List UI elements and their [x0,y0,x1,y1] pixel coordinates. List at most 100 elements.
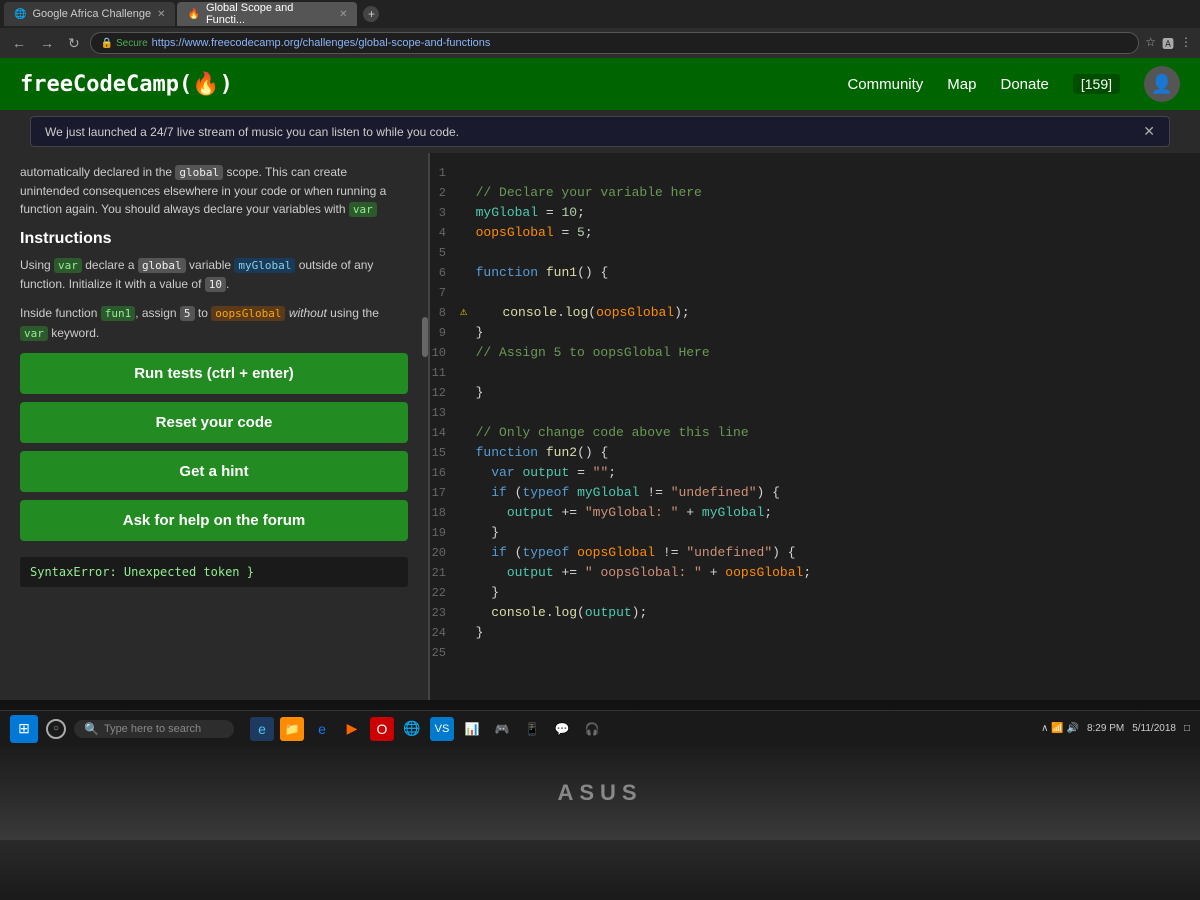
start-button[interactable]: ⊞ [10,715,38,743]
media-icon[interactable]: ▶ [340,717,364,741]
laptop-body: ASUS [0,746,1200,840]
instructions-title: Instructions [20,230,408,248]
notification-text: We just launched a 24/7 live stream of m… [45,125,459,139]
code-line-4: 4 oopsGlobal = 5; [430,223,1200,243]
nav-donate[interactable]: Donate [1000,76,1048,93]
app4-icon[interactable]: 💬 [550,717,574,741]
show-desktop[interactable]: □ [1184,723,1190,734]
nav-community[interactable]: Community [847,76,923,93]
code-line-10: 10 // Assign 5 to oopsGlobal Here [430,343,1200,363]
code-line-22: 22 } [430,583,1200,603]
instructions-text-2: Inside function fun1, assign 5 to oopsGl… [20,304,408,342]
app1-icon[interactable]: 📊 [460,717,484,741]
code-line-6: 6 function fun1() { [430,263,1200,283]
error-output: SyntaxError: Unexpected token } [20,557,408,587]
code-line-18: 18 output += "myGlobal: " + myGlobal; [430,503,1200,523]
fn-fun1: fun1 [101,306,136,321]
code-line-5: 5 [430,243,1200,263]
tab-1[interactable]: 🌐 Google Africa Challenge ✕ [4,2,175,26]
val-10: 10 [205,277,226,292]
code-line-19: 19 } [430,523,1200,543]
search-circle-button[interactable]: ○ [46,719,66,739]
tab-close-1[interactable]: ✕ [157,9,165,20]
browser-actions: ☆ 🅰 ⋮ [1145,35,1192,52]
taskbar: ⊞ ○ 🔍 Type here to search e 📁 e ▶ O 🌐 VS… [0,710,1200,746]
refresh-button[interactable]: ↻ [64,33,84,54]
kw-oopsGlobal: oopsGlobal [211,306,285,321]
laptop-brand: ASUS [557,780,642,806]
code-line-16: 16 var output = ""; [430,463,1200,483]
taskbar-search[interactable]: 🔍 Type here to search [74,720,234,738]
tab-bar: 🌐 Google Africa Challenge ✕ 🔥 Global Sco… [0,0,1200,28]
code-line-20: 20 if (typeof oopsGlobal != "undefined")… [430,543,1200,563]
kw-global: global [138,258,186,273]
code-line-24: 24 } [430,623,1200,643]
date: 5/11/2018 [1132,723,1176,734]
code-line-1: 1 [430,163,1200,183]
reset-button[interactable]: Reset your code [20,402,408,443]
notification-bar: We just launched a 24/7 live stream of m… [30,116,1170,147]
forum-help-button[interactable]: Ask for help on the forum [20,500,408,541]
kw-myGlobal: myGlobal [234,258,295,273]
left-panel: automatically declared in the global sco… [0,153,430,700]
system-tray: ∧ 📶 🔊 [1041,723,1079,734]
code-line-3: 3 myGlobal = 10; [430,203,1200,223]
menu-icon[interactable]: ⋮ [1180,35,1192,52]
app3-icon[interactable]: 📱 [520,717,544,741]
tab-2[interactable]: 🔥 Global Scope and Functi... ✕ [177,2,357,26]
code-line-13: 13 [430,403,1200,423]
browser-chrome: 🌐 Google Africa Challenge ✕ 🔥 Global Sco… [0,0,1200,58]
nav-map[interactable]: Map [947,76,976,93]
edge2-icon[interactable]: e [310,717,334,741]
nav-points: [159] [1073,74,1120,94]
app5-icon[interactable]: 🎧 [580,717,604,741]
notification-close[interactable]: ✕ [1143,123,1155,140]
chrome-icon[interactable]: 🌐 [400,717,424,741]
search-icon: 🔍 [84,722,99,736]
app2-icon[interactable]: 🎮 [490,717,514,741]
code-line-23: 23 console.log(output); [430,603,1200,623]
code-line-12: 12 } [430,383,1200,403]
back-button[interactable]: ← [8,33,30,53]
scroll-handle[interactable] [422,317,428,357]
vscode-icon[interactable]: VS [430,717,454,741]
run-tests-button[interactable]: Run tests (ctrl + enter) [20,353,408,394]
code-line-17: 17 if (typeof myGlobal != "undefined") { [430,483,1200,503]
laptop-bottom: ⊞ ○ 🔍 Type here to search e 📁 e ▶ O 🌐 VS… [0,700,1200,900]
extension-icon[interactable]: 🅰 [1162,35,1174,52]
code-line-11: 11 [430,363,1200,383]
code-line-25: 25 [430,643,1200,663]
keyboard-area [0,840,1200,900]
bookmark-icon[interactable]: ☆ [1145,35,1156,52]
warning-icon: ⚠ [460,304,467,319]
taskbar-right: ∧ 📶 🔊 8:29 PM 5/11/2018 □ [1041,723,1190,734]
kw-var-1: var [54,258,82,273]
fcc-header: freeCodeCamp(🔥) Community Map Donate [15… [0,58,1200,110]
code-line-15: 15 function fun2() { [430,443,1200,463]
kw-var-2: var [20,326,48,341]
forward-button[interactable]: → [36,33,58,53]
code-line-9: 9 } [430,323,1200,343]
code-line-7: 7 [430,283,1200,303]
opera-icon[interactable]: O [370,717,394,741]
get-hint-button[interactable]: Get a hint [20,451,408,492]
fcc-app: freeCodeCamp(🔥) Community Map Donate [15… [0,58,1200,700]
url-bar[interactable]: 🔒 Secure https://www.freecodecamp.org/ch… [90,32,1139,54]
edge-icon[interactable]: e [250,717,274,741]
new-tab-button[interactable]: + [363,6,379,22]
code-line-8: 8 ⚠ console.log(oopsGlobal); [430,303,1200,323]
tab-close-2[interactable]: ✕ [339,9,347,20]
instructions-text-1: Using var declare a global variable myGl… [20,256,408,294]
challenge-description: automatically declared in the global sco… [20,163,408,218]
secure-icon: 🔒 Secure [101,38,148,49]
fcc-nav: Community Map Donate [159] 👤 [847,66,1180,102]
file-icon[interactable]: 📁 [280,717,304,741]
keyword-global: global [175,165,223,180]
keyword-var: var [349,202,377,217]
address-bar: ← → ↻ 🔒 Secure https://www.freecodecamp.… [0,28,1200,58]
code-line-21: 21 output += " oopsGlobal: " + oopsGloba… [430,563,1200,583]
fcc-main: automatically declared in the global sco… [0,153,1200,700]
avatar[interactable]: 👤 [1144,66,1180,102]
code-editor[interactable]: 1 2 // Declare your variable here 3 myGl… [430,153,1200,700]
taskbar-icons: e 📁 e ▶ O 🌐 VS 📊 🎮 📱 💬 🎧 [250,717,604,741]
